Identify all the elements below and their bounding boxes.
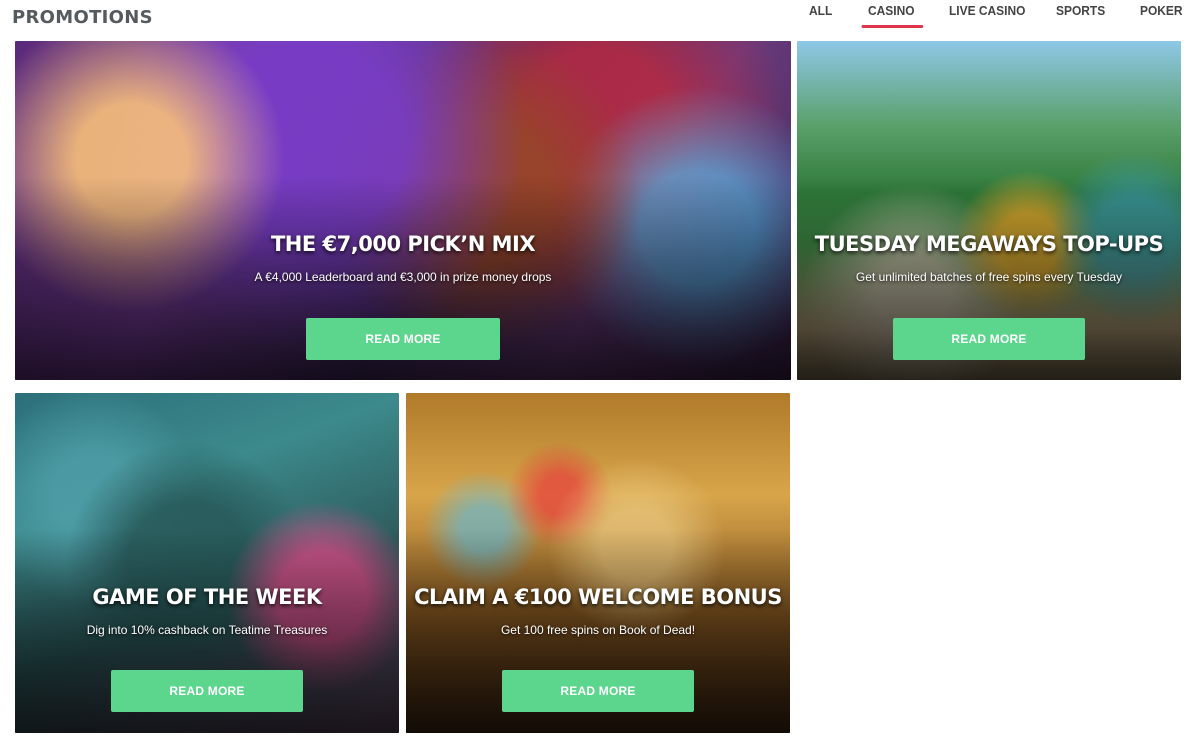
read-more-button[interactable]: READ MORE bbox=[893, 318, 1085, 360]
tab-all[interactable]: ALL bbox=[809, 3, 832, 18]
promo-card-pick-n-mix: THE €7,000 PICK’N MIX A €4,000 Leaderboa… bbox=[15, 41, 791, 380]
promo-title: TUESDAY MEGAWAYS TOP-UPS bbox=[814, 232, 1164, 256]
promo-subtitle: A €4,000 Leaderboard and €3,000 in prize… bbox=[254, 270, 552, 284]
tab-casino[interactable]: CASINO bbox=[861, 3, 923, 28]
promo-title: CLAIM A €100 WELCOME BONUS bbox=[414, 585, 782, 609]
promo-card-megaways-top-ups: TUESDAY MEGAWAYS TOP-UPS Get unlimited b… bbox=[797, 41, 1181, 380]
tab-live-casino[interactable]: LIVE CASINO bbox=[949, 3, 1025, 18]
tab-sports[interactable]: SPORTS bbox=[1056, 3, 1105, 18]
promo-subtitle: Dig into 10% cashback on Teatime Treasur… bbox=[86, 623, 328, 637]
read-more-button[interactable]: READ MORE bbox=[502, 670, 694, 712]
promo-card-game-of-the-week: GAME OF THE WEEK Dig into 10% cashback o… bbox=[15, 393, 399, 733]
tab-poker[interactable]: POKER bbox=[1140, 3, 1183, 18]
read-more-button[interactable]: READ MORE bbox=[111, 670, 303, 712]
promo-title: THE €7,000 PICK’N MIX bbox=[270, 232, 536, 256]
promo-subtitle: Get 100 free spins on Book of Dead! bbox=[500, 623, 696, 637]
page-header: PROMOTIONS ALL CASINO LIVE CASINO SPORTS… bbox=[0, 0, 1190, 40]
page-title: PROMOTIONS bbox=[12, 7, 153, 28]
promo-subtitle: Get unlimited batches of free spins ever… bbox=[855, 270, 1123, 284]
read-more-button[interactable]: READ MORE bbox=[306, 318, 500, 360]
promo-card-welcome-bonus: CLAIM A €100 WELCOME BONUS Get 100 free … bbox=[406, 393, 790, 733]
promo-title: GAME OF THE WEEK bbox=[92, 585, 322, 609]
